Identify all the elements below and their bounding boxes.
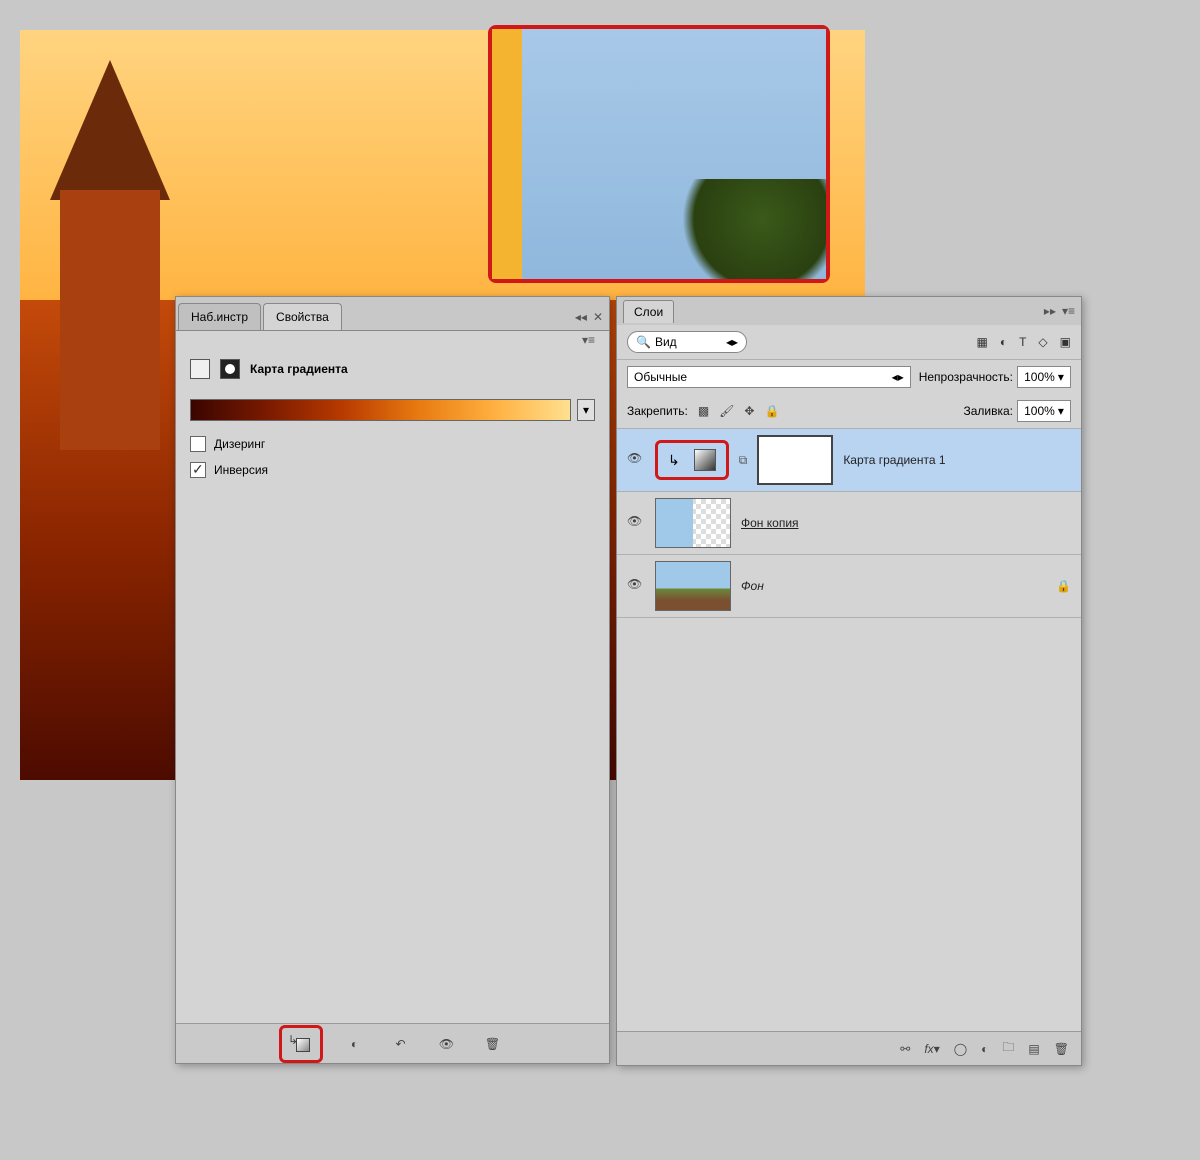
reset-button[interactable]: ↶ xyxy=(387,1032,415,1056)
panel-close-icon[interactable]: ✕ xyxy=(593,310,603,324)
new-group-button[interactable]: 🗀 xyxy=(1002,1038,1014,1059)
lock-label: Закрепить: xyxy=(627,404,688,418)
tab-presets[interactable]: Наб.инстр xyxy=(178,303,261,330)
layers-panel: Слои ▸▸ ▾≡ 🔍 Вид ◂▸ ▦ ◐ T ◇ ▣ Обычные ◂▸… xyxy=(616,296,1082,1066)
mask-icon xyxy=(220,359,240,379)
secondary-tree xyxy=(666,179,826,279)
search-icon: 🔍 xyxy=(636,335,651,349)
properties-title: Карта градиента xyxy=(250,362,348,376)
fill-input[interactable]: 100%▾ xyxy=(1017,400,1071,422)
fill-label: Заливка: xyxy=(963,404,1013,418)
clip-to-layer-button[interactable] xyxy=(279,1025,323,1063)
dithering-label: Дизеринг xyxy=(214,437,265,451)
secondary-sky xyxy=(522,29,826,279)
dithering-checkbox[interactable] xyxy=(190,436,206,452)
add-adjustment-button[interactable]: ◐ xyxy=(981,1042,988,1056)
lock-paint-icon[interactable]: 🖌 xyxy=(719,404,734,418)
clip-icon xyxy=(292,1036,310,1052)
layers-footer: ⚯ fx▾ ◯ ◐ 🗀 ▤ 🗑 xyxy=(617,1031,1081,1065)
gradient-preview[interactable] xyxy=(190,399,571,421)
properties-footer: ◐ ↶ 👁 🗑 xyxy=(176,1023,609,1063)
filter-adjustment-icon[interactable]: ◐ xyxy=(1000,335,1007,349)
filter-pixel-icon[interactable]: ▦ xyxy=(976,335,987,349)
gradient-map-thumb[interactable] xyxy=(694,449,716,471)
opacity-input[interactable]: 100%▾ xyxy=(1017,366,1071,388)
properties-panel: Наб.инстр Свойства ◂◂ ✕ ▾≡ Карта градиен… xyxy=(175,296,610,1064)
filter-shape-icon[interactable]: ◇ xyxy=(1038,335,1047,349)
visibility-toggle[interactable]: 👁 xyxy=(627,514,645,532)
opacity-label: Непрозрачность: xyxy=(919,370,1013,384)
blend-mode-select[interactable]: Обычные ◂▸ xyxy=(627,366,911,388)
chevron-down-icon: ◂▸ xyxy=(892,370,904,384)
lock-position-icon[interactable]: ✥ xyxy=(744,404,754,418)
invert-label: Инверсия xyxy=(214,463,268,477)
secondary-preview[interactable] xyxy=(492,29,826,279)
layer-item-gradient-map[interactable]: 👁 ↲ ⧉ Карта градиента 1 xyxy=(617,429,1081,492)
layers-menu-icon[interactable]: ▾≡ xyxy=(1062,304,1075,318)
layer-item-background[interactable]: 👁 Фон 🔒 xyxy=(617,555,1081,618)
delete-layer-button[interactable]: 🗑 xyxy=(1054,1042,1069,1056)
layers-collapse-icon[interactable]: ▸▸ xyxy=(1044,304,1056,318)
layer-name[interactable]: Фон xyxy=(741,579,764,593)
layer-list: 👁 ↲ ⧉ Карта градиента 1 👁 Фон копия 👁 Фо… xyxy=(617,429,1081,618)
panel-menu-icon[interactable]: ▾≡ xyxy=(582,333,601,347)
delete-button[interactable]: 🗑 xyxy=(479,1032,507,1056)
gradient-dropdown[interactable]: ▾ xyxy=(577,399,595,421)
lock-all-icon[interactable]: 🔒 xyxy=(764,404,779,418)
layer-name[interactable]: Фон копия xyxy=(741,516,799,530)
canvas-tower xyxy=(30,60,190,460)
visibility-toggle[interactable]: 👁 xyxy=(627,451,645,469)
blend-mode-value: Обычные xyxy=(634,370,687,384)
visibility-toggle[interactable]: 👁 xyxy=(627,577,645,595)
properties-tabs: Наб.инстр Свойства ◂◂ ✕ xyxy=(176,297,609,331)
filter-type-text-icon[interactable]: T xyxy=(1019,335,1026,349)
invert-checkbox[interactable] xyxy=(190,462,206,478)
panel-collapse-icon[interactable]: ◂◂ xyxy=(575,310,587,324)
link-icon[interactable]: ⧉ xyxy=(739,453,748,468)
view-previous-button[interactable]: ◐ xyxy=(341,1032,369,1056)
layer-item-background-copy[interactable]: 👁 Фон копия xyxy=(617,492,1081,555)
tab-layers[interactable]: Слои xyxy=(623,300,674,323)
canvas-grey-sidebar xyxy=(1096,20,1200,1090)
tab-properties[interactable]: Свойства xyxy=(263,303,342,330)
new-layer-button[interactable]: ▤ xyxy=(1028,1042,1039,1056)
layer-name[interactable]: Карта градиента 1 xyxy=(843,453,945,467)
gradient-map-icon xyxy=(190,359,210,379)
properties-header: Карта градиента xyxy=(176,349,609,389)
layer-thumb[interactable] xyxy=(655,498,731,548)
filter-smart-icon[interactable]: ▣ xyxy=(1060,335,1071,349)
fx-button[interactable]: fx▾ xyxy=(924,1042,939,1056)
lock-transparent-icon[interactable]: ▩ xyxy=(698,404,709,418)
filter-type-select[interactable]: 🔍 Вид ◂▸ xyxy=(627,331,747,353)
layer-mask-thumb[interactable] xyxy=(757,435,833,485)
link-layers-button[interactable]: ⚯ xyxy=(900,1042,910,1056)
add-mask-button[interactable]: ◯ xyxy=(954,1042,967,1056)
lock-icon[interactable]: 🔒 xyxy=(1056,579,1071,593)
toggle-visibility-button[interactable]: 👁 xyxy=(433,1032,461,1056)
filter-type-label: Вид xyxy=(655,335,677,349)
adjustment-thumb-highlight: ↲ xyxy=(655,440,729,480)
secondary-yellow-strip xyxy=(492,29,522,279)
layer-thumb[interactable] xyxy=(655,561,731,611)
clip-indicator-icon: ↲ xyxy=(668,452,680,469)
layers-tabbar: Слои ▸▸ ▾≡ xyxy=(617,297,1081,325)
secondary-preview-highlight xyxy=(488,25,830,283)
